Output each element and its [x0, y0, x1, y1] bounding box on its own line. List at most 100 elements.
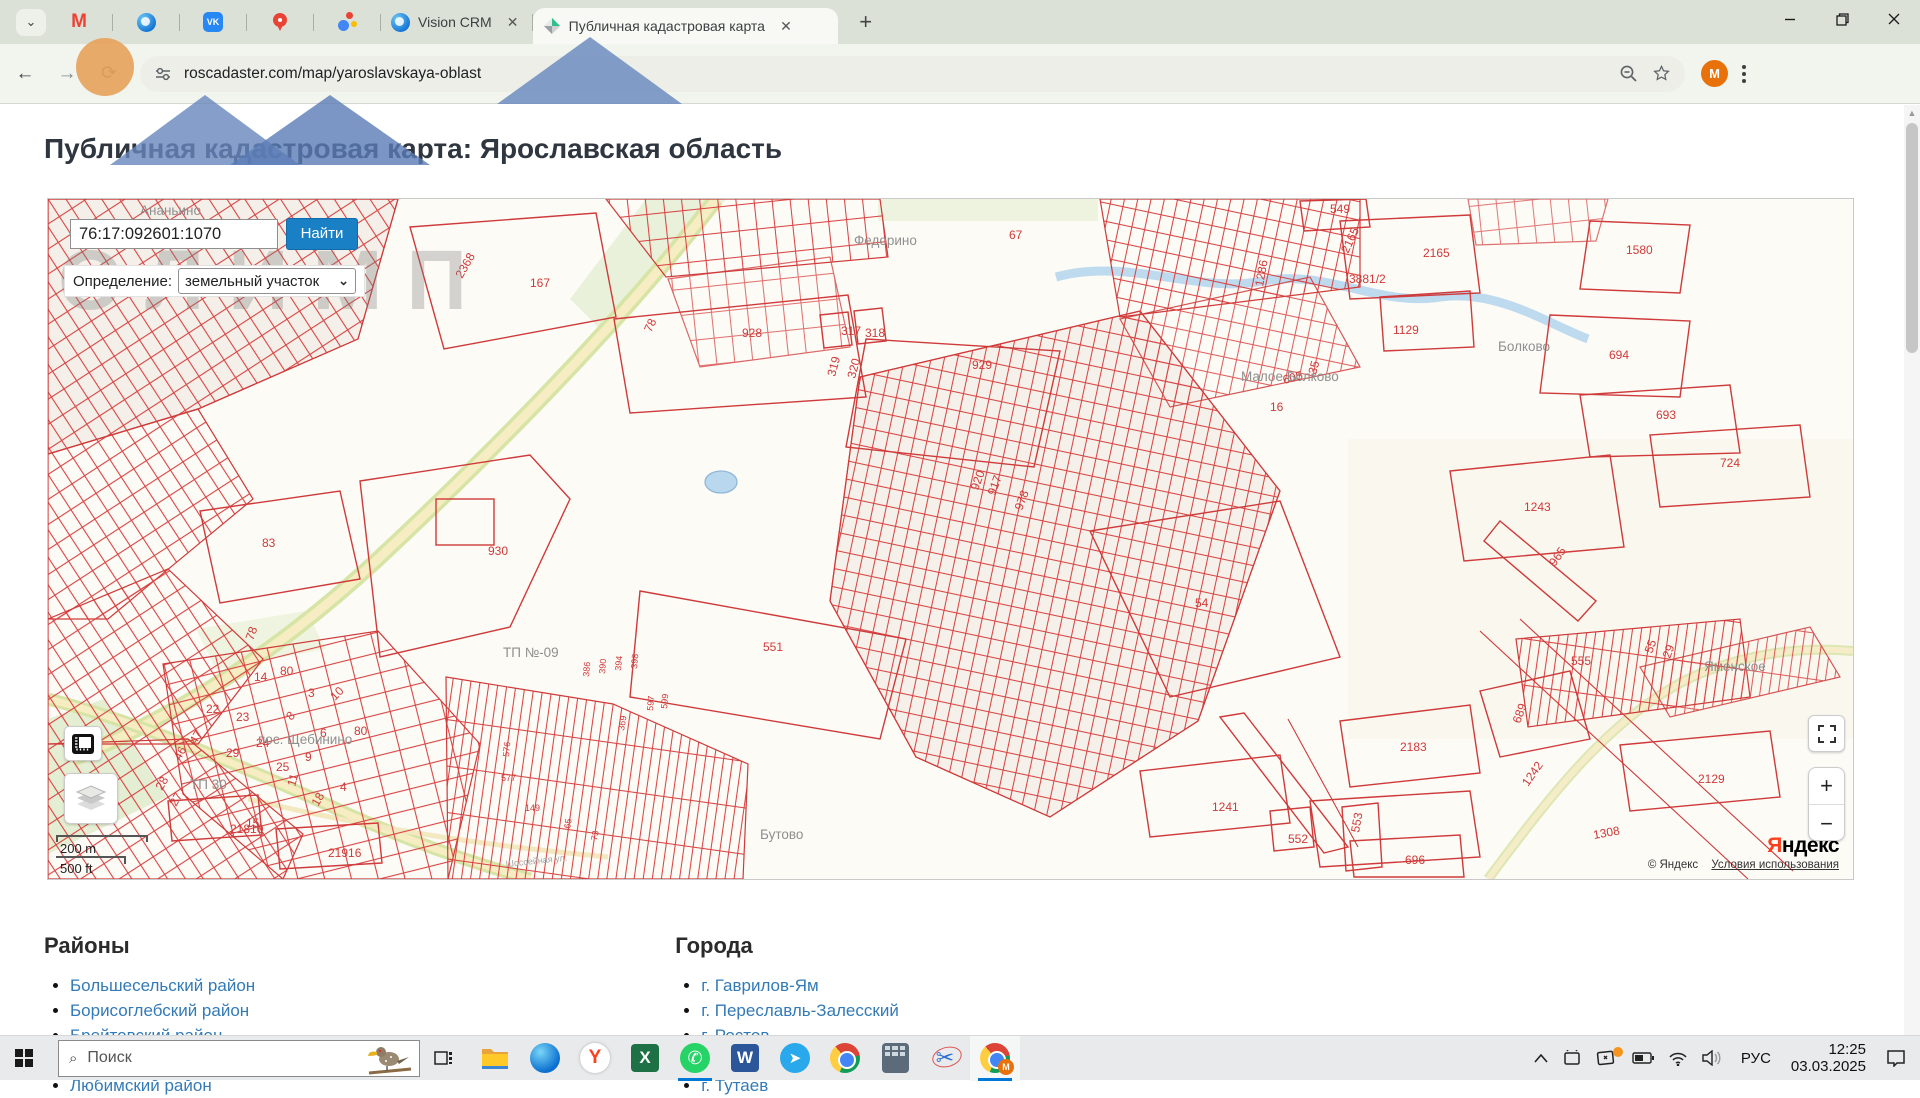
profile-badge: M	[998, 1059, 1014, 1075]
bookmark-star-icon[interactable]	[1652, 64, 1671, 83]
cadastral-map[interactable]: 1679289299305518378808054555549216521651…	[47, 198, 1854, 880]
zoom-out-page-icon[interactable]	[1619, 64, 1638, 83]
taskbar-clock[interactable]: 12:25 03.03.2025	[1781, 1041, 1876, 1075]
address-bar[interactable]: roscadaster.com/map/yaroslavskaya-oblast	[140, 56, 1685, 92]
map-label: 552	[1288, 832, 1308, 846]
search-placeholder: Поиск	[87, 1049, 131, 1067]
calculator-icon	[882, 1043, 909, 1073]
map-label: 23	[236, 710, 250, 724]
scrollbar-thumb[interactable]	[1906, 123, 1918, 353]
taskbar-telegram[interactable]: ➤	[770, 1036, 820, 1081]
cadastral-number-input[interactable]	[70, 219, 278, 249]
task-view-icon	[434, 1048, 456, 1068]
map-label: ТП 30	[190, 777, 227, 792]
reload-button[interactable]: ⟳	[92, 57, 126, 91]
map-label: 2183	[1400, 740, 1427, 754]
district-link[interactable]: Большесельский район	[70, 976, 255, 995]
tab-vision-crm[interactable]: Vision CRM ✕	[381, 5, 532, 39]
map-label: 317	[841, 324, 861, 338]
page-title: Публичная кадастровая карта: Ярославская…	[44, 133, 782, 165]
action-center-button[interactable]	[1876, 1049, 1920, 1067]
map-label: 555	[1571, 654, 1591, 668]
map-label: 694	[1609, 348, 1629, 362]
taskbar-edge[interactable]	[520, 1036, 570, 1081]
close-window-button[interactable]	[1868, 0, 1920, 38]
taskbar-whatsapp[interactable]: ✆	[670, 1036, 720, 1081]
city-link[interactable]: г. Переславль-Залесский	[701, 1001, 899, 1020]
map-label: 724	[1720, 456, 1740, 470]
language-indicator[interactable]: РУС	[1731, 1050, 1781, 1067]
back-button[interactable]: ←	[8, 57, 42, 91]
map-label: 2129	[1698, 772, 1725, 786]
browser-profile-avatar[interactable]: M	[1701, 60, 1728, 87]
taskbar-excel[interactable]: X	[620, 1036, 670, 1081]
new-tab-button[interactable]: +	[852, 8, 880, 36]
close-tab-icon[interactable]: ✕	[504, 13, 522, 31]
map-label: 3	[308, 686, 315, 700]
zoom-out-button[interactable]: −	[1809, 805, 1844, 842]
windows-logo-icon	[15, 1049, 33, 1067]
fullscreen-icon	[1818, 725, 1836, 743]
search-icon: ⌕	[69, 1050, 77, 1067]
tray-tablet-mode[interactable]	[1555, 1050, 1589, 1066]
cities-heading: Города	[675, 933, 899, 959]
scrollbar-up-arrow[interactable]: ▲	[1904, 105, 1920, 121]
battery-icon	[1632, 1052, 1654, 1064]
pinned-tab-blue-app[interactable]	[136, 12, 156, 32]
map-label: 929	[972, 358, 992, 372]
taskbar-snipping-tool[interactable]: ✂	[920, 1036, 970, 1081]
pinned-tab-maps[interactable]	[270, 12, 290, 32]
tab-search-button[interactable]: ⌄	[16, 9, 46, 36]
site-settings-icon[interactable]	[154, 65, 172, 83]
map-label: 67	[1009, 228, 1023, 242]
telegram-icon: ➤	[780, 1043, 810, 1073]
close-tab-icon[interactable]: ✕	[777, 17, 795, 35]
minimize-button[interactable]	[1764, 0, 1816, 38]
taskbar-file-explorer[interactable]	[470, 1036, 520, 1081]
start-button[interactable]	[0, 1036, 48, 1081]
taskbar-calculator[interactable]	[870, 1036, 920, 1081]
page-scrollbar[interactable]: ▲	[1904, 105, 1920, 1035]
pinned-tab-gmail[interactable]: M	[69, 12, 89, 32]
tray-expand-button[interactable]	[1527, 1054, 1555, 1063]
blue-orb-icon	[137, 13, 156, 32]
city-link[interactable]: г. Гаврилов-Ям	[701, 976, 818, 995]
district-link[interactable]: Борисоглебский район	[70, 1001, 249, 1020]
excel-icon: X	[631, 1044, 659, 1072]
map-label: 386	[581, 661, 592, 677]
google-dots-icon	[337, 12, 357, 32]
tray-display-rotate[interactable]	[1589, 1050, 1625, 1067]
browser-tab-strip: ⌄ M VK Vision CRM ✕ Публичная кадастрова…	[0, 0, 1920, 44]
task-view-button[interactable]	[420, 1036, 470, 1081]
scale-imperial-label: 500 ft	[56, 862, 148, 876]
taskbar-search-box[interactable]: ⌕ Поиск	[58, 1040, 420, 1077]
tab-cadastral-map[interactable]: Публичная кадастровая карта ✕	[533, 8, 838, 44]
browser-menu-icon[interactable]	[1742, 62, 1746, 86]
tray-battery[interactable]	[1625, 1052, 1661, 1064]
taskbar-chrome-profile-active[interactable]: M	[970, 1036, 1020, 1081]
restore-button[interactable]	[1816, 0, 1868, 38]
taskbar-yandex-browser[interactable]: Y	[570, 1036, 620, 1081]
layers-button[interactable]	[64, 773, 118, 824]
tray-volume[interactable]	[1695, 1050, 1731, 1066]
map-label: 928	[742, 326, 762, 340]
speaker-icon	[1702, 1050, 1724, 1066]
map-zoom-control: + −	[1808, 767, 1845, 841]
pinned-tab-google-app[interactable]	[337, 12, 357, 32]
zoom-in-button[interactable]: +	[1809, 768, 1844, 805]
web-page: Публичная кадастровая карта: Ярославская…	[0, 105, 1904, 1035]
url-text[interactable]: roscadaster.com/map/yaroslavskaya-oblast	[184, 65, 481, 83]
terms-link[interactable]: Условия использования	[1711, 859, 1839, 871]
map-label: 83	[262, 536, 276, 550]
chevron-up-icon	[1534, 1054, 1548, 1063]
tray-network[interactable]	[1661, 1051, 1695, 1066]
fullscreen-button[interactable]	[1808, 715, 1845, 752]
taskbar-chrome[interactable]	[820, 1036, 870, 1081]
object-type-select[interactable]: земельный участок ⌄	[178, 268, 356, 294]
taskbar-word[interactable]: W	[720, 1036, 770, 1081]
find-button[interactable]: Найти	[286, 218, 358, 250]
list-item: Борисоглебский район	[70, 998, 255, 1023]
forward-button[interactable]: →	[50, 57, 84, 91]
pinned-tab-vk[interactable]: VK	[203, 12, 223, 32]
measure-tool-button[interactable]	[64, 726, 102, 761]
